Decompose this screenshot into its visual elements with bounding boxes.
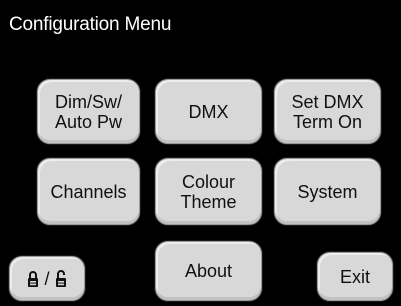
dim-sw-auto-pw-button[interactable]: Dim/Sw/ Auto Pw [37,79,140,144]
config-menu-screen: Configuration Menu Dim/Sw/ Auto Pw DMX S… [0,0,401,306]
about-button[interactable]: About [155,241,262,301]
lock-closed-icon [27,270,39,288]
colour-theme-label: Colour Theme [180,171,237,212]
system-button[interactable]: System [274,158,381,225]
channels-label: Channels [50,181,127,202]
dmx-label: DMX [188,101,229,122]
dim-sw-auto-pw-label: Dim/Sw/ Auto Pw [54,91,123,132]
lock-open-icon [55,269,67,288]
channels-button[interactable]: Channels [37,158,140,225]
exit-label: Exit [339,266,370,287]
colour-theme-button[interactable]: Colour Theme [155,158,262,225]
set-dmx-term-label: Set DMX Term On [291,91,364,132]
page-title: Configuration Menu [9,14,172,35]
lock-toggle-content: / [27,269,66,289]
system-label: System [297,181,358,202]
lock-toggle-button[interactable]: / [9,256,85,301]
about-label: About [184,261,233,281]
lock-separator: / [44,268,50,289]
set-dmx-term-button[interactable]: Set DMX Term On [274,79,381,144]
exit-button[interactable]: Exit [317,252,393,301]
dmx-button[interactable]: DMX [155,79,262,144]
